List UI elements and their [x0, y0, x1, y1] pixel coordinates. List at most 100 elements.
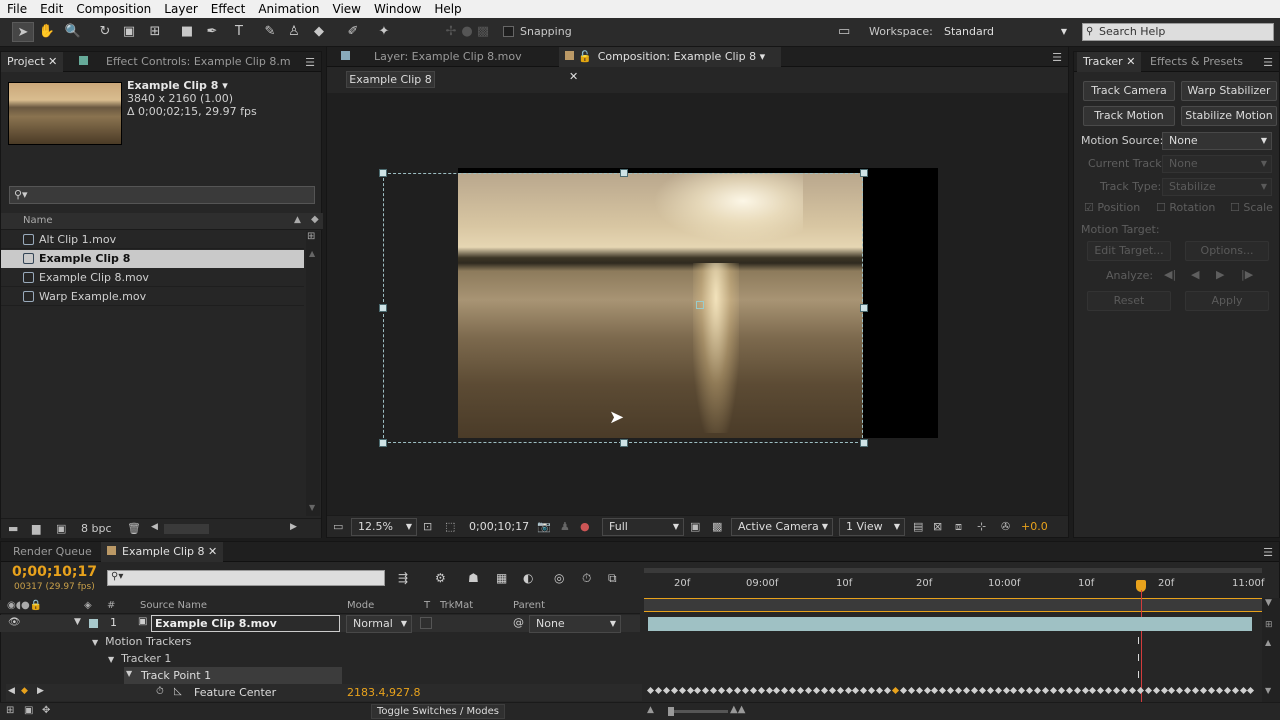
hand-tool-icon[interactable]: ✋ [36, 22, 58, 42]
column-source-name[interactable]: Source Name [140, 600, 207, 611]
tab-timeline-comp[interactable]: Example Clip 8 ✕ [101, 542, 224, 562]
keyframe-diamond[interactable] [1073, 686, 1081, 695]
keyframe-diamond[interactable] [1057, 686, 1065, 695]
scroll-up-icon[interactable]: ▼ [1265, 598, 1272, 608]
tab-effect-controls[interactable]: Effect Controls: Example Clip 8.m [73, 52, 297, 72]
scroll-down-icon[interactable]: ▼ [309, 503, 315, 512]
keyframe-diamond[interactable] [1152, 686, 1160, 695]
keyframe-diamond[interactable] [883, 686, 892, 695]
keyframe-diamond[interactable] [804, 686, 813, 695]
scroll-left-icon[interactable]: ◀ [151, 522, 158, 532]
roto-brush-tool-icon[interactable]: ✐ [342, 22, 364, 42]
transform-handle[interactable] [379, 169, 387, 177]
reset-exposure-icon[interactable]: ✇ [1001, 520, 1010, 533]
keyframe-diamond[interactable] [1010, 686, 1018, 695]
keyframe-diamond[interactable] [1097, 686, 1105, 695]
keyframe-diamond[interactable] [1089, 686, 1097, 695]
position-checkbox[interactable]: ☑ Position [1084, 201, 1140, 214]
keyframe-diamond[interactable] [1144, 686, 1152, 695]
new-folder-icon[interactable]: ▆ [32, 522, 40, 535]
draft-3d-icon[interactable]: ⚙ [435, 571, 446, 585]
project-file-row[interactable]: Warp Example.mov [1, 288, 304, 306]
previous-keyframe-icon[interactable]: ◀ [8, 686, 15, 696]
scroll-right-icon[interactable]: ▶ [290, 522, 297, 532]
project-file-row-selected[interactable]: Example Clip 8 [1, 250, 304, 268]
column-trkmat[interactable]: TrkMat [440, 600, 473, 611]
in-out-icon[interactable]: ✥ [42, 705, 50, 716]
scroll-up-icon[interactable]: ▲ [309, 249, 315, 258]
clone-stamp-tool-icon[interactable]: ♙ [283, 22, 305, 42]
comp-mini-flowchart-icon[interactable]: ⇶ [398, 571, 408, 585]
keyframe-diamond[interactable] [860, 686, 868, 695]
interpret-footage-icon[interactable]: ▬ [8, 522, 18, 535]
view-layout-dropdown[interactable]: 1 View ▼ [839, 518, 905, 536]
frame-blending-icon[interactable]: ▦ [496, 571, 507, 585]
keyframe-diamond[interactable] [1207, 686, 1215, 695]
camera-view-dropdown[interactable]: Active Camera ▼ [731, 518, 833, 536]
camera-tool-icon[interactable]: ▣ [118, 22, 140, 42]
menu-edit[interactable]: Edit [33, 0, 69, 18]
chevron-down-icon[interactable]: ▾ [760, 50, 766, 63]
zoom-tool-icon[interactable]: 🔍 [62, 22, 84, 42]
keyframe-diamond[interactable] [1168, 686, 1176, 695]
bpc-label[interactable]: 8 bpc [81, 522, 112, 535]
scale-checkbox[interactable]: ☐ Scale [1230, 201, 1273, 214]
resolution-dropdown[interactable]: Full ▼ [602, 518, 684, 536]
keyframe-diamond[interactable] [789, 686, 797, 695]
scroll-up-arrow-icon[interactable]: ▲ [1265, 638, 1271, 647]
show-snapshot-icon[interactable]: ♟ [560, 520, 570, 533]
reset-button[interactable]: Reset [1087, 291, 1171, 311]
keyframe-diamond[interactable] [828, 686, 836, 695]
current-track-dropdown[interactable]: None ▼ [1162, 155, 1272, 173]
keyframe-diamond[interactable] [678, 686, 686, 695]
fit-frame-icon[interactable]: ⊡ [423, 520, 432, 533]
current-time-display[interactable]: 0;00;10;17 [469, 520, 529, 533]
keyframe-diamond[interactable] [646, 686, 655, 695]
toggle-pixel-aspect-icon[interactable]: ▤ [913, 520, 923, 533]
keyframe-diamond[interactable] [1223, 686, 1231, 695]
brush-tool-icon[interactable]: ✎ [259, 22, 281, 42]
work-area-bar[interactable] [644, 568, 1262, 573]
keyframe-diamond[interactable] [978, 686, 986, 695]
keyframe-diamond[interactable] [1065, 686, 1073, 695]
snapping-checkbox[interactable] [503, 26, 514, 37]
keyframe-diamond[interactable] [781, 686, 789, 695]
keyframe-diamond[interactable] [1018, 686, 1026, 695]
track-keyframe-marker[interactable]: I [1137, 670, 1140, 681]
tab-layer[interactable]: Layer: Example Clip 8.mov [335, 47, 528, 67]
feature-center-value[interactable]: 2183.4,927.8 [347, 686, 420, 699]
options-button[interactable]: Options... [1185, 241, 1269, 261]
modes-icon[interactable]: ▣ [24, 705, 33, 716]
project-file-row[interactable]: Alt Clip 1.mov [1, 231, 304, 249]
warp-stabilizer-button[interactable]: Warp Stabilizer [1181, 81, 1277, 101]
comp-navigator-button[interactable]: Example Clip 8 [346, 71, 435, 88]
keyframe-diamond[interactable] [852, 686, 860, 695]
graph-icon[interactable]: ◺ [174, 686, 182, 697]
keyframe-diamond[interactable] [868, 686, 876, 695]
keyframe-diamond[interactable] [1105, 686, 1113, 695]
transform-handle[interactable] [620, 169, 628, 177]
menu-window[interactable]: Window [367, 0, 427, 18]
zoom-in-icon[interactable]: ▲▲ [730, 704, 745, 715]
magnification-dropdown[interactable]: 12.5% ▼ [351, 518, 417, 536]
zoom-slider-thumb[interactable] [668, 707, 674, 716]
av-features-icon[interactable]: ◉◖●🔒 [7, 600, 42, 611]
keyframe-diamond[interactable] [686, 686, 694, 695]
keyframe-diamond[interactable] [1034, 686, 1042, 695]
twirl-down-icon[interactable]: ▼ [126, 669, 132, 678]
keyframe-diamond[interactable] [670, 686, 678, 695]
toggle-switches-modes-button[interactable]: Toggle Switches / Modes [371, 704, 505, 719]
keyframe-diamond[interactable] [725, 686, 734, 695]
analyze-back-one-icon[interactable]: ◀| [1164, 268, 1176, 281]
menu-help[interactable]: Help [427, 0, 467, 18]
keyframe-diamond[interactable] [757, 686, 765, 695]
project-search-input[interactable]: ⚲▾ [9, 186, 315, 204]
pickwhip-icon[interactable]: @ [513, 616, 524, 629]
keyframe-diamond[interactable] [1199, 686, 1208, 695]
layer-duration-bar[interactable] [648, 617, 1252, 631]
feature-center-row[interactable]: ◀ ◆ ▶ ⏱ ◺ Feature Center 2183.4,927.8 [6, 684, 642, 701]
zoom-slider[interactable] [668, 710, 728, 713]
puppet-tool-icon[interactable]: ✦ [373, 22, 395, 42]
twirl-down-icon[interactable]: ▼ [92, 638, 98, 647]
shy-layers-icon[interactable]: ☗ [468, 571, 479, 585]
